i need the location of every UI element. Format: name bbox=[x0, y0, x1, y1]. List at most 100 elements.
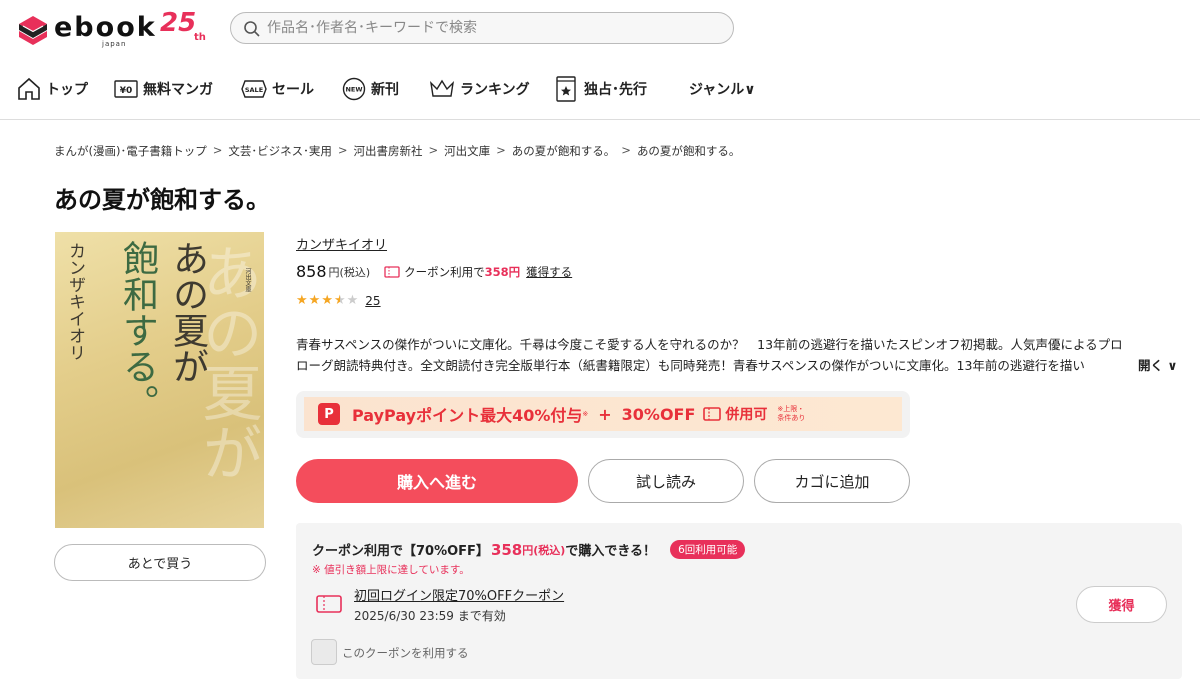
buy-later-button[interactable]: あとで買う bbox=[54, 544, 266, 581]
price-value: 858 bbox=[296, 262, 327, 281]
price-row: 858 円(税込) クーポン利用で 358円 獲得する bbox=[296, 262, 572, 281]
site-header: ebook japan 25 th bbox=[0, 0, 1200, 56]
description-line: 青春サスペンスの傑作がついに文庫化。千尋は今度こそ愛する人を守れるのか？ 13年… bbox=[296, 337, 1123, 352]
price-unit: 円(税込) bbox=[328, 265, 371, 279]
main-nav: トップ ¥0 無料マンガ SALE セール NEW 新刊 ランキング 独占･先行… bbox=[0, 58, 1200, 120]
paypay-banner[interactable]: P PayPayポイント最大40%付与 ※ + 30%OFF 併用可 ※上限・ … bbox=[296, 391, 910, 438]
nav-label: 新刊 bbox=[371, 82, 399, 98]
coupon-heading-tail: で購入できる！ bbox=[565, 544, 657, 559]
search-bar[interactable] bbox=[230, 12, 734, 44]
cover-title-line2: 飽和する。 bbox=[117, 240, 158, 420]
anniversary-badge: 25 bbox=[160, 8, 197, 38]
paypay-banner-inner: P PayPayポイント最大40%付与 ※ + 30%OFF 併用可 ※上限・ … bbox=[304, 397, 902, 431]
add-to-cart-button[interactable]: カゴに追加 bbox=[754, 459, 910, 503]
cover-title-line1: あの夏が bbox=[167, 240, 208, 384]
nav-item-ranking[interactable]: ランキング bbox=[428, 76, 530, 102]
combinable-text: 併用可 bbox=[725, 407, 768, 423]
use-coupon-checkbox[interactable] bbox=[311, 639, 337, 665]
description: 青春サスペンスの傑作がついに文庫化。千尋は今度こそ愛する人を守れるのか？ 13年… bbox=[296, 334, 1182, 376]
home-icon bbox=[18, 77, 40, 100]
paypay-note-mark: ※ bbox=[582, 410, 589, 418]
sale-tag-icon: SALE bbox=[241, 80, 267, 98]
book-stack-logo-icon bbox=[19, 16, 47, 45]
rating: ★ ★ ★ ★ ★ 25 bbox=[296, 293, 381, 308]
svg-text:SALE: SALE bbox=[245, 86, 263, 94]
breadcrumb-link[interactable]: 文芸･ビジネス･実用 bbox=[228, 143, 332, 159]
author-link[interactable]: カンザキイオリ bbox=[296, 234, 387, 253]
coupon-icon bbox=[703, 407, 722, 421]
coupon-panel: クーポン利用で【70%OFF】 358 円(税込) で購入できる！ 6回利用可能… bbox=[296, 523, 1182, 679]
nav-item-sale[interactable]: SALE セール bbox=[240, 76, 314, 102]
star-icon: ★ bbox=[296, 293, 308, 308]
logo-wordmark: ebook bbox=[54, 12, 157, 43]
breadcrumb-separator: > bbox=[337, 143, 348, 157]
paypay-text: PayPayポイント最大40%付与 bbox=[352, 406, 583, 425]
ebook-japan-logo[interactable]: ebook japan 25 th bbox=[16, 8, 216, 48]
half-star-icon: ★ bbox=[333, 293, 346, 308]
paypay-logo-icon: P bbox=[318, 403, 340, 425]
coupon-ticket-icon bbox=[316, 595, 342, 613]
logo-subtext: japan bbox=[102, 40, 127, 48]
book-cover[interactable]: あの夏が あの夏が 飽和する。 カンザキイオリ 河出文庫 bbox=[55, 232, 264, 528]
breadcrumb-link[interactable]: あの夏が飽和する。 bbox=[512, 143, 616, 159]
sample-read-button[interactable]: 試し読み bbox=[588, 459, 744, 503]
nav-item-free-manga[interactable]: ¥0 無料マンガ bbox=[113, 76, 213, 102]
paypay-conditions: ※上限・ 条件あり bbox=[777, 405, 805, 423]
paypay-conditions-line: 条件あり bbox=[777, 414, 806, 422]
nav-label: 独占･先行 bbox=[584, 82, 647, 98]
paypay-off: 30%OFF bbox=[621, 404, 696, 424]
nav-label: ジャンル∨ bbox=[689, 82, 756, 98]
expand-description-button[interactable]: 開く ∨ bbox=[1138, 355, 1178, 374]
coupon-expiry: 2025/6/30 23:59 まで有効 bbox=[354, 609, 506, 623]
discount-limit-warning: ※ 値引き額上限に達しています。 bbox=[312, 564, 470, 576]
description-line: ローグ朗読特典付き。全文朗読付き完全版単行本（紙書籍限定）も同時発売！青春サスペ… bbox=[296, 358, 1085, 373]
review-count-link[interactable]: 25 bbox=[365, 294, 380, 308]
coupon-label: クーポン利用で bbox=[404, 264, 485, 279]
purchase-button[interactable]: 購入へ進む bbox=[296, 459, 578, 503]
nav-label: 無料マンガ bbox=[143, 82, 213, 98]
paypay-plus: + bbox=[598, 404, 612, 424]
svg-text:¥0: ¥0 bbox=[120, 86, 133, 96]
usage-count-badge: 6回利用可能 bbox=[670, 540, 746, 559]
use-coupon-label[interactable]: このクーポンを利用する bbox=[342, 645, 469, 661]
nav-item-new[interactable]: NEW 新刊 bbox=[341, 76, 399, 102]
paypay-conditions-line: ※上限・ bbox=[777, 405, 805, 413]
free-yen-icon: ¥0 bbox=[114, 80, 138, 98]
coupon-name-link[interactable]: 初回ログイン限定70%OFFクーポン bbox=[354, 585, 564, 604]
coupon-heading-price: 358 bbox=[490, 540, 523, 559]
coupon-panel-heading: クーポン利用で【70%OFF】 358 円(税込) で購入できる！ 6回利用可能 bbox=[312, 540, 746, 559]
breadcrumb: まんが(漫画)･電子書籍トップ > 文芸･ビジネス･実用 > 河出書房新社 > … bbox=[54, 143, 746, 159]
nav-item-top[interactable]: トップ bbox=[16, 76, 88, 102]
anniversary-suffix: th bbox=[194, 32, 206, 43]
combinable-label: 併用可 bbox=[703, 404, 767, 424]
star-icon: ★ bbox=[308, 293, 321, 308]
breadcrumb-separator: > bbox=[212, 143, 223, 157]
breadcrumb-current: あの夏が飽和する。 bbox=[636, 144, 741, 158]
breadcrumb-separator: > bbox=[496, 143, 506, 157]
coupon-heading-text: クーポン利用で【70%OFF】 bbox=[312, 544, 489, 559]
breadcrumb-link[interactable]: 河出書房新社 bbox=[354, 143, 423, 159]
cover-publisher: 河出文庫 bbox=[244, 268, 251, 292]
get-coupon-link[interactable]: 獲得する bbox=[526, 264, 572, 280]
breadcrumb-link[interactable]: 河出文庫 bbox=[444, 143, 490, 159]
nav-item-genre[interactable]: ジャンル∨ bbox=[689, 76, 756, 102]
exclusive-book-icon bbox=[556, 76, 576, 102]
coupon-heading-unit: 円(税込) bbox=[522, 543, 566, 557]
star-icon: ★ bbox=[321, 293, 333, 308]
search-input[interactable] bbox=[267, 17, 717, 39]
new-badge-icon: NEW bbox=[342, 77, 366, 101]
svg-text:NEW: NEW bbox=[345, 86, 362, 94]
nav-label: トップ bbox=[46, 82, 88, 98]
nav-label: セール bbox=[272, 82, 314, 98]
page-title: あの夏が飽和する。 bbox=[54, 186, 270, 214]
nav-item-exclusive[interactable]: 独占･先行 bbox=[554, 76, 647, 102]
empty-star-icon: ★ bbox=[346, 293, 359, 308]
search-icon bbox=[244, 21, 260, 37]
cover-author: カンザキイオリ bbox=[65, 242, 85, 361]
breadcrumb-separator: > bbox=[621, 143, 631, 157]
breadcrumb-link[interactable]: まんが(漫画)･電子書籍トップ bbox=[54, 143, 207, 159]
coupon-price: 358円 bbox=[484, 264, 521, 279]
breadcrumb-separator: > bbox=[428, 143, 439, 157]
get-coupon-button[interactable]: 獲得 bbox=[1076, 586, 1167, 623]
crown-icon bbox=[429, 79, 455, 97]
